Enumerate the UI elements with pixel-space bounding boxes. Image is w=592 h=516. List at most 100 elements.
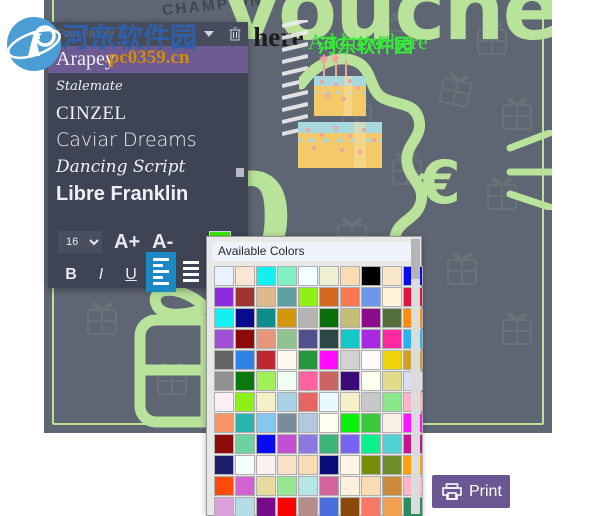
color-swatch[interactable] bbox=[235, 434, 255, 454]
font-list-item-dancing-script[interactable]: Dancing Script bbox=[48, 154, 248, 181]
color-picker-scrollbar-thumb[interactable] bbox=[411, 239, 420, 279]
decrease-font-size-button[interactable]: A- bbox=[152, 231, 173, 254]
color-swatch[interactable] bbox=[235, 455, 255, 475]
color-swatch[interactable] bbox=[235, 329, 255, 349]
color-swatch[interactable] bbox=[340, 350, 360, 370]
color-swatch[interactable] bbox=[361, 371, 381, 391]
color-swatch[interactable] bbox=[340, 413, 360, 433]
color-swatch[interactable] bbox=[340, 476, 360, 496]
color-swatch[interactable] bbox=[235, 392, 255, 412]
color-swatch[interactable] bbox=[214, 455, 234, 475]
color-swatch[interactable] bbox=[319, 266, 339, 286]
color-swatch[interactable] bbox=[361, 308, 381, 328]
color-swatch[interactable] bbox=[277, 497, 297, 516]
color-swatch[interactable] bbox=[340, 497, 360, 516]
color-swatch[interactable] bbox=[361, 476, 381, 496]
color-swatch[interactable] bbox=[319, 308, 339, 328]
color-swatch[interactable] bbox=[340, 455, 360, 475]
align-left-button[interactable] bbox=[146, 251, 176, 292]
print-button[interactable]: Print bbox=[432, 475, 510, 508]
color-swatch[interactable] bbox=[382, 329, 402, 349]
color-swatch[interactable] bbox=[361, 287, 381, 307]
color-swatch[interactable] bbox=[235, 497, 255, 516]
color-swatch[interactable] bbox=[382, 434, 402, 454]
color-swatch[interactable] bbox=[277, 434, 297, 454]
color-swatch[interactable] bbox=[256, 434, 276, 454]
color-swatch[interactable] bbox=[256, 329, 276, 349]
color-swatch[interactable] bbox=[214, 371, 234, 391]
color-swatch-grid[interactable] bbox=[214, 266, 423, 516]
color-swatch[interactable] bbox=[298, 266, 318, 286]
color-swatch[interactable] bbox=[214, 413, 234, 433]
increase-font-size-button[interactable]: A+ bbox=[114, 231, 140, 254]
color-swatch[interactable] bbox=[382, 287, 402, 307]
color-swatch[interactable] bbox=[277, 287, 297, 307]
color-swatch[interactable] bbox=[319, 371, 339, 391]
color-swatch[interactable] bbox=[214, 497, 234, 516]
trash-icon[interactable] bbox=[222, 22, 248, 46]
font-list-item-cinzel[interactable]: CINZEL bbox=[48, 100, 248, 127]
color-swatch[interactable] bbox=[277, 371, 297, 391]
color-swatch[interactable] bbox=[214, 476, 234, 496]
color-swatch[interactable] bbox=[319, 497, 339, 516]
color-swatch[interactable] bbox=[298, 413, 318, 433]
color-swatch[interactable] bbox=[235, 308, 255, 328]
italic-button[interactable]: I bbox=[86, 262, 116, 288]
font-family-list[interactable]: Arapey Stalemate CINZEL Caviar Dreams Da… bbox=[48, 46, 248, 222]
color-swatch[interactable] bbox=[298, 350, 318, 370]
color-swatch[interactable] bbox=[382, 413, 402, 433]
color-swatch[interactable] bbox=[361, 392, 381, 412]
color-swatch[interactable] bbox=[235, 350, 255, 370]
color-swatch[interactable] bbox=[298, 455, 318, 475]
color-swatch[interactable] bbox=[361, 455, 381, 475]
color-swatch[interactable] bbox=[382, 392, 402, 412]
color-swatch[interactable] bbox=[361, 350, 381, 370]
color-swatch[interactable] bbox=[340, 434, 360, 454]
color-swatch[interactable] bbox=[361, 329, 381, 349]
color-picker-scrollbar[interactable] bbox=[411, 238, 420, 514]
color-swatch[interactable] bbox=[340, 392, 360, 412]
color-swatch[interactable] bbox=[382, 266, 402, 286]
color-swatch[interactable] bbox=[256, 476, 276, 496]
color-swatch[interactable] bbox=[298, 287, 318, 307]
color-swatch[interactable] bbox=[214, 266, 234, 286]
color-swatch[interactable] bbox=[298, 392, 318, 412]
color-swatch[interactable] bbox=[214, 287, 234, 307]
color-swatch[interactable] bbox=[214, 329, 234, 349]
font-list-item-caviar-dreams[interactable]: Caviar Dreams bbox=[48, 127, 248, 154]
bold-button[interactable]: B bbox=[56, 262, 86, 288]
color-swatch[interactable] bbox=[340, 266, 360, 286]
color-swatch[interactable] bbox=[256, 266, 276, 286]
color-swatch[interactable] bbox=[235, 371, 255, 391]
color-swatch[interactable] bbox=[235, 413, 255, 433]
color-swatch[interactable] bbox=[382, 371, 402, 391]
color-swatch[interactable] bbox=[298, 308, 318, 328]
color-swatch[interactable] bbox=[277, 350, 297, 370]
color-swatch[interactable] bbox=[298, 371, 318, 391]
font-list-item-stalemate[interactable]: Stalemate bbox=[48, 73, 248, 100]
color-swatch[interactable] bbox=[277, 392, 297, 412]
color-swatch[interactable] bbox=[235, 476, 255, 496]
font-list-item-libre-franklin[interactable]: Libre Franklin bbox=[48, 181, 248, 208]
color-swatch[interactable] bbox=[382, 497, 402, 516]
color-swatch[interactable] bbox=[277, 308, 297, 328]
color-swatch[interactable] bbox=[382, 350, 402, 370]
color-swatch[interactable] bbox=[256, 371, 276, 391]
color-swatch[interactable] bbox=[298, 329, 318, 349]
color-swatch[interactable] bbox=[319, 476, 339, 496]
color-swatch[interactable] bbox=[235, 266, 255, 286]
color-swatch[interactable] bbox=[319, 413, 339, 433]
color-swatch[interactable] bbox=[340, 329, 360, 349]
color-swatch[interactable] bbox=[256, 392, 276, 412]
color-swatch[interactable] bbox=[340, 308, 360, 328]
color-swatch[interactable] bbox=[277, 476, 297, 496]
chevron-down-icon[interactable] bbox=[196, 22, 222, 46]
color-swatch[interactable] bbox=[256, 308, 276, 328]
color-swatch[interactable] bbox=[319, 329, 339, 349]
color-swatch[interactable] bbox=[298, 434, 318, 454]
color-swatch[interactable] bbox=[319, 434, 339, 454]
color-swatch[interactable] bbox=[319, 455, 339, 475]
align-center-button[interactable] bbox=[176, 252, 206, 292]
color-swatch[interactable] bbox=[277, 455, 297, 475]
color-swatch[interactable] bbox=[214, 392, 234, 412]
